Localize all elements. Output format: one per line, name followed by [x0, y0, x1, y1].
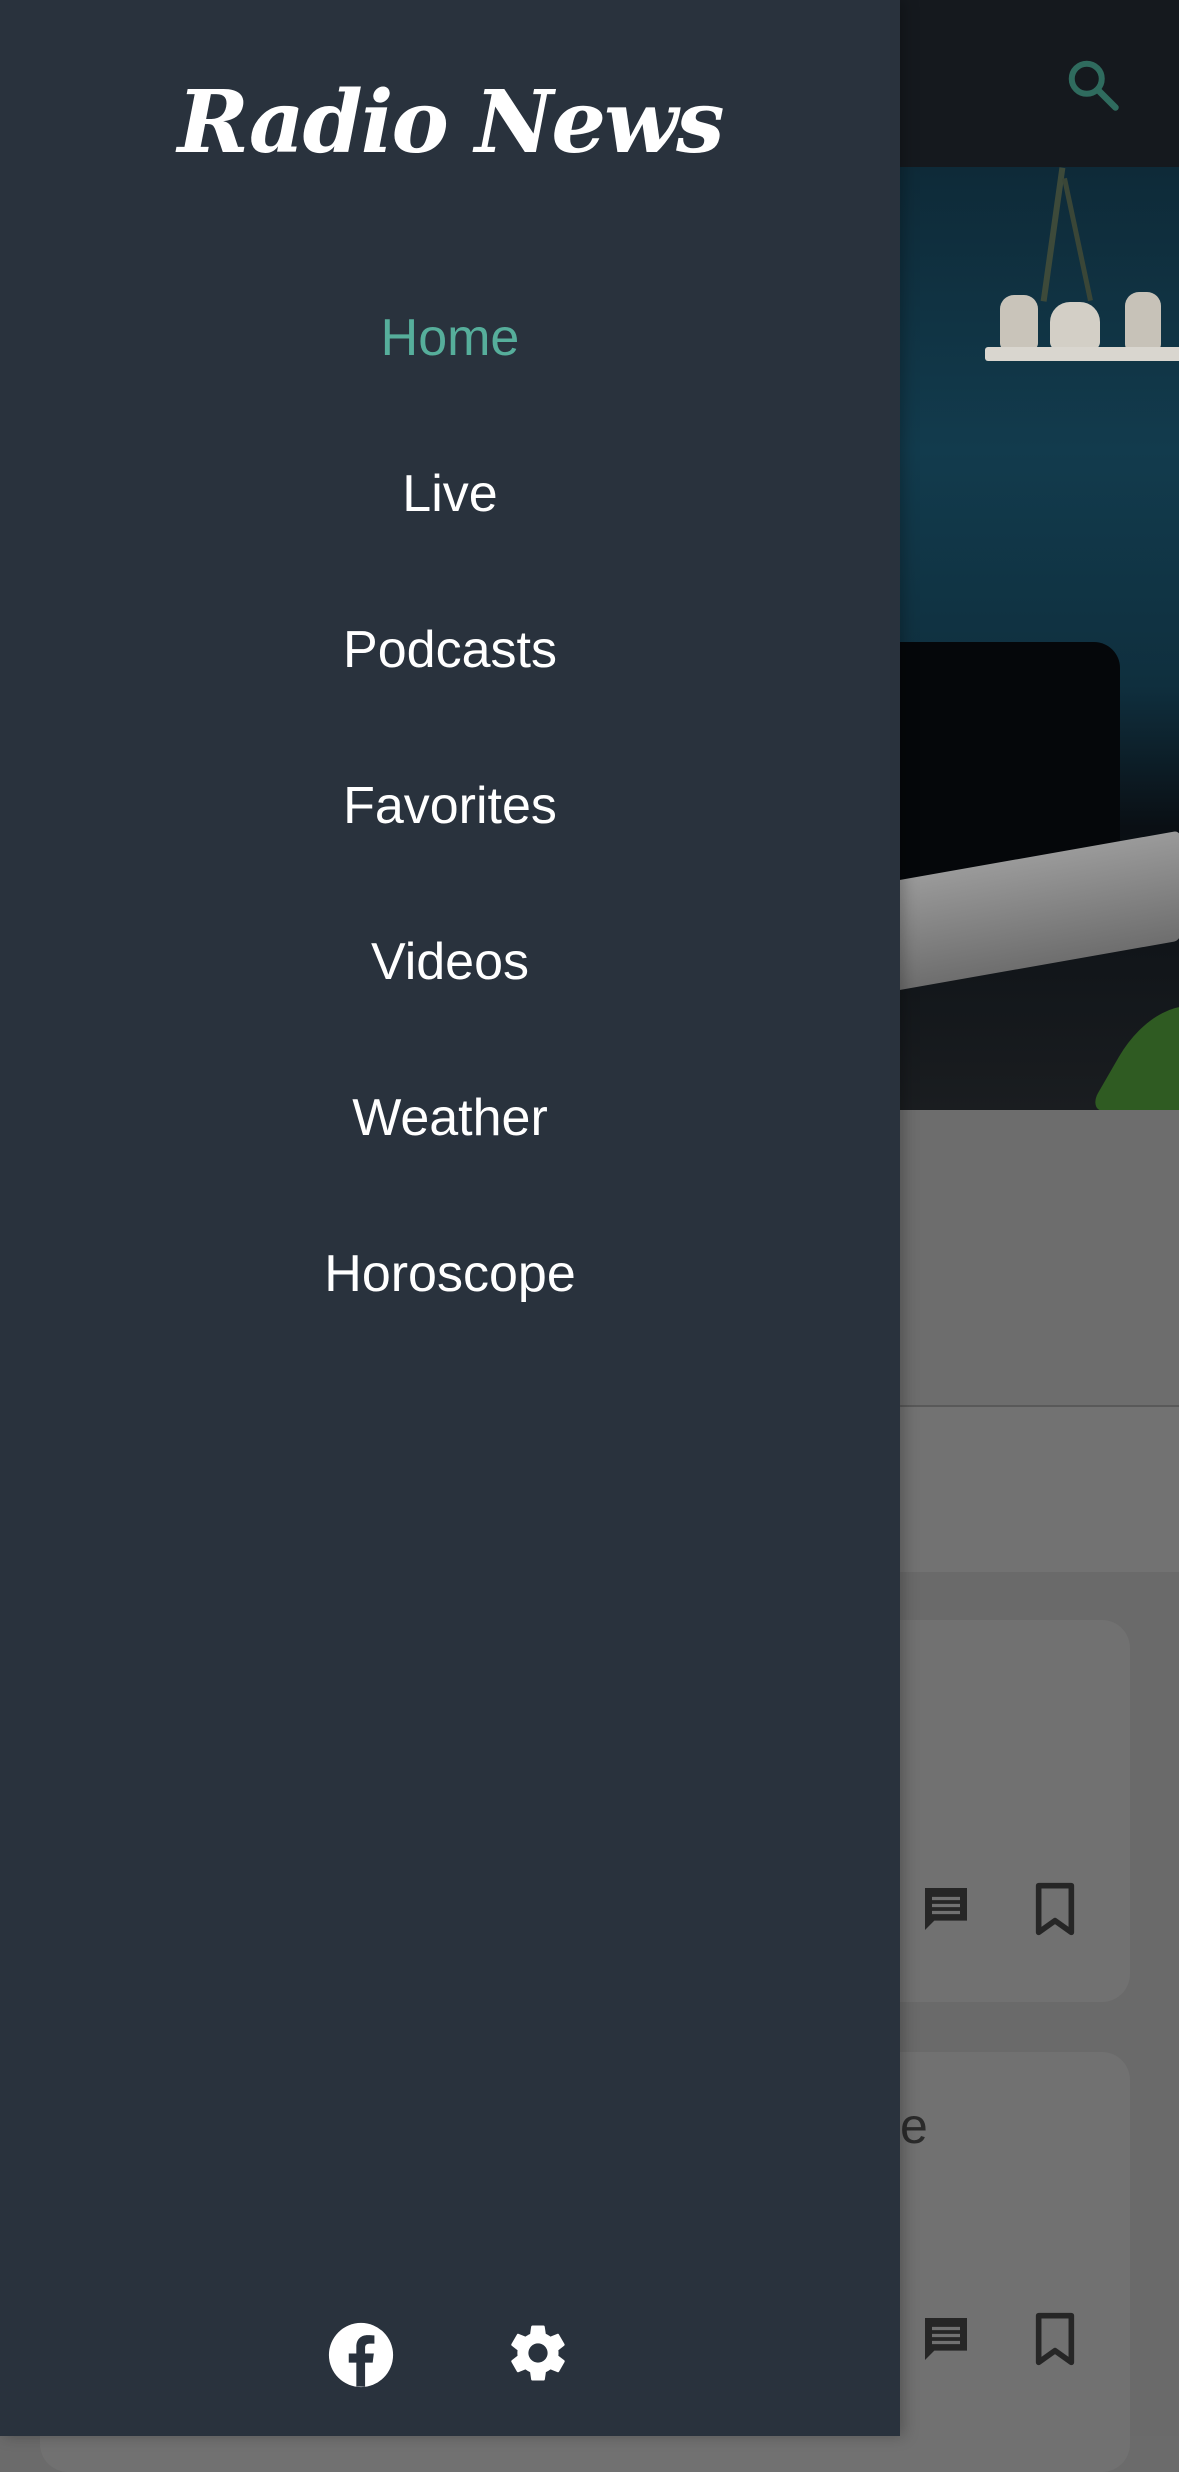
bookmark-icon [1035, 2312, 1075, 2366]
shelf [985, 347, 1179, 361]
menu-item-home[interactable]: Home [0, 260, 900, 416]
menu-item-podcasts[interactable]: Podcasts [0, 572, 900, 728]
drawer-menu: Home Live Podcasts Favorites Videos Weat… [0, 260, 900, 1352]
bookmark-button[interactable] [1024, 1878, 1086, 1940]
facebook-icon [328, 2322, 394, 2388]
comment-icon [925, 2318, 967, 2360]
vase [1000, 295, 1038, 351]
bookmark-button[interactable] [1024, 2308, 1086, 2370]
settings-button[interactable] [505, 2320, 575, 2390]
drawer-footer [0, 2320, 900, 2390]
menu-item-horoscope[interactable]: Horoscope [0, 1196, 900, 1352]
vase [1125, 292, 1161, 352]
app-logo: Radio News [177, 72, 724, 173]
plant-stem [1062, 177, 1093, 302]
menu-item-weather[interactable]: Weather [0, 1040, 900, 1196]
comment-icon [925, 1888, 967, 1930]
search-icon [1068, 60, 1119, 111]
facebook-button[interactable] [326, 2320, 396, 2390]
menu-item-live[interactable]: Live [0, 416, 900, 572]
leaf [1091, 983, 1179, 1110]
plant-stem [1040, 167, 1066, 302]
bookmark-icon [1035, 1882, 1075, 1936]
menu-item-favorites[interactable]: Favorites [0, 728, 900, 884]
navigation-drawer: Radio News Home Live Podcasts Favorites … [0, 0, 900, 2436]
comment-button[interactable] [915, 1878, 977, 1940]
menu-item-videos[interactable]: Videos [0, 884, 900, 1040]
search-button[interactable] [1058, 50, 1128, 120]
settings-icon [511, 2325, 565, 2381]
vase [1050, 302, 1100, 350]
comment-button[interactable] [915, 2308, 977, 2370]
card-title-fragment: e [900, 2098, 928, 2154]
